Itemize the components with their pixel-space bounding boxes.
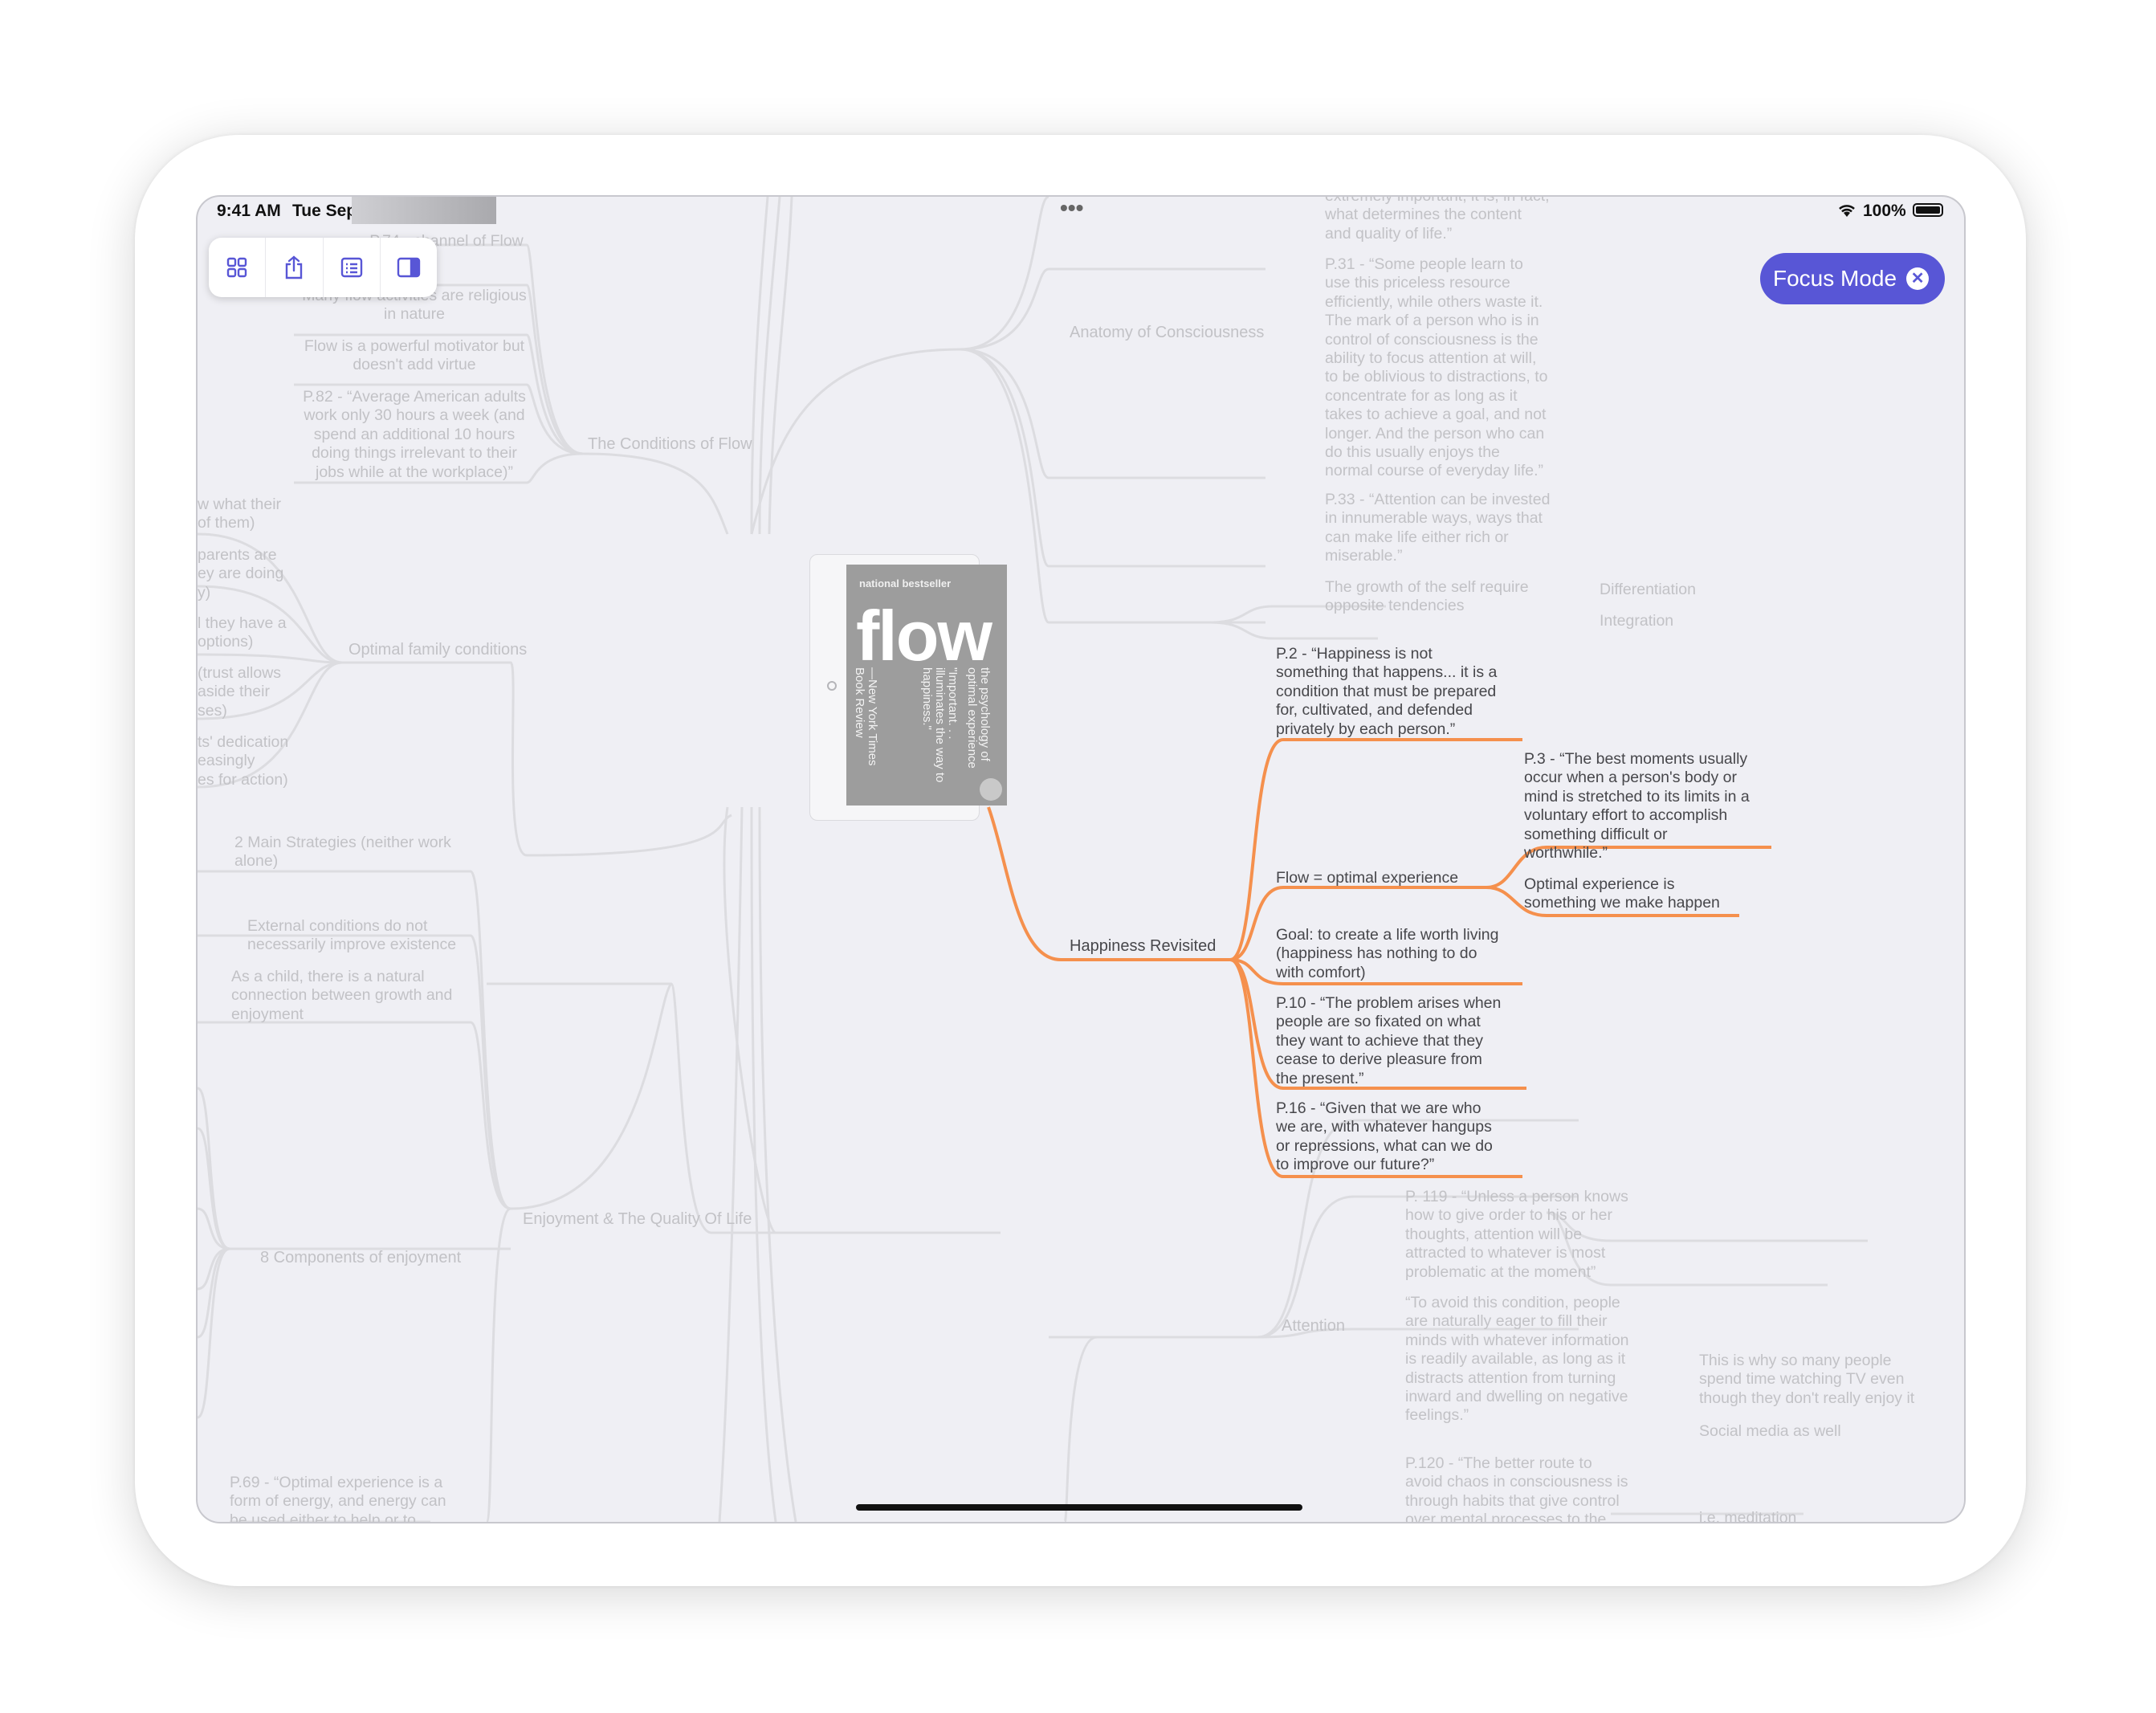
outline-icon <box>340 257 362 278</box>
node-avoid-condition[interactable]: “To avoid this condition, people are nat… <box>1405 1294 1629 1425</box>
book-source: —New York Times Book Review <box>853 667 879 766</box>
battery-icon <box>1913 203 1943 217</box>
share-button[interactable] <box>266 238 324 297</box>
node-family-3[interactable]: l they have a options) <box>198 614 287 652</box>
node-meditation[interactable]: i.e. meditation <box>1699 1509 1796 1522</box>
node-family-5[interactable]: ts' dedication easingly es for action) <box>198 733 288 789</box>
node-growth-of-self[interactable]: The growth of the self require opposite … <box>1325 578 1529 616</box>
node-p82[interactable]: P.82 - “Average American adults work onl… <box>294 388 535 482</box>
node-motivator[interactable]: Flow is a powerful motivator but doesn't… <box>294 337 535 375</box>
sidebar-icon <box>397 257 421 278</box>
topic-attention[interactable]: Attention <box>1282 1317 1345 1336</box>
node-p3[interactable]: P.3 - “The best moments usually occur wh… <box>1524 750 1750 863</box>
close-icon[interactable]: ✕ <box>1906 267 1930 290</box>
book-cover-image: national bestseller flow the psychology … <box>846 565 1007 806</box>
node-child-connection[interactable]: As a child, there is a natural connectio… <box>231 968 452 1024</box>
sidebar-toggle-button[interactable] <box>381 238 437 297</box>
node-external-conditions[interactable]: External conditions do not necessarily i… <box>247 917 456 955</box>
node-family-2[interactable]: parents are ey are doing y) <box>198 546 283 602</box>
node-optimal-make-happen[interactable]: Optimal experience is something we make … <box>1524 875 1720 913</box>
node-p2[interactable]: P.2 - “Happiness is not something that h… <box>1276 645 1497 739</box>
outline-button[interactable] <box>324 238 381 297</box>
node-two-strategies[interactable]: 2 Main Strategies (neither work alone) <box>234 834 451 871</box>
topic-happiness-revisited[interactable]: Happiness Revisited <box>1070 937 1216 956</box>
node-family-1[interactable]: w what their of them) <box>198 496 281 533</box>
node-p33[interactable]: P.33 - “Attention can be invested in inn… <box>1325 491 1550 566</box>
share-icon <box>286 255 303 279</box>
grid-icon <box>226 257 247 278</box>
topic-enjoyment-quality-of-life[interactable]: Enjoyment & The Quality Of Life <box>523 1210 752 1229</box>
node-extremely-important[interactable]: extremely important, it is, in fact, wha… <box>1325 197 1550 243</box>
topic-conditions-of-flow[interactable]: The Conditions of Flow <box>588 435 752 454</box>
node-p69[interactable]: P.69 - “Optimal experience is a form of … <box>230 1474 446 1522</box>
node-p31[interactable]: P.31 - “Some people learn to use this pr… <box>1325 255 1548 481</box>
background-image-strip <box>352 197 496 224</box>
node-p10[interactable]: P.10 - “The problem arises when people a… <box>1276 994 1501 1088</box>
status-time: 9:41 AM <box>217 202 281 220</box>
topic-eight-components[interactable]: 8 Components of enjoyment <box>260 1249 461 1267</box>
mind-map-screen: 9:41 AM Tue Sep 15 ••• 100% The Conditio… <box>196 195 1966 1523</box>
award-seal-icon <box>980 778 1002 801</box>
book-title: flow <box>856 596 992 675</box>
grid-view-button[interactable] <box>209 238 267 297</box>
node-social-media[interactable]: Social media as well <box>1699 1422 1841 1441</box>
node-goal[interactable]: Goal: to create a life worth living (hap… <box>1276 926 1498 982</box>
home-indicator[interactable] <box>856 1504 1302 1511</box>
node-family-4[interactable]: (trust allows aside their ses) <box>198 664 281 720</box>
topic-anatomy-of-consciousness[interactable]: Anatomy of Consciousness <box>1070 324 1264 342</box>
node-integration[interactable]: Integration <box>1600 612 1673 630</box>
book-subtitle: the psychology of optimal experience <box>965 667 992 769</box>
node-tv[interactable]: This is why so many people spend time wa… <box>1699 1352 1914 1408</box>
battery-percent: 100% <box>1863 202 1906 220</box>
book-tag: national bestseller <box>859 577 952 589</box>
node-p119[interactable]: P. 119 - “Unless a person knows how to g… <box>1405 1188 1628 1282</box>
book-quote: "Important. . . illuminates the way to h… <box>920 667 960 783</box>
focus-mode-button[interactable]: Focus Mode ✕ <box>1760 253 1945 304</box>
focus-mode-label: Focus Mode <box>1773 266 1897 291</box>
collapse-handle[interactable] <box>827 681 837 691</box>
multitasking-dots[interactable]: ••• <box>1060 197 1083 221</box>
node-differentiation[interactable]: Differentiation <box>1600 581 1696 599</box>
topic-optimal-family-conditions[interactable]: Optimal family conditions <box>348 641 527 659</box>
node-flow-optimal-experience[interactable]: Flow = optimal experience <box>1276 869 1458 887</box>
node-p16[interactable]: P.16 - “Given that we are who we are, wi… <box>1276 1099 1493 1175</box>
wifi-icon <box>1837 203 1856 222</box>
node-p120[interactable]: P.120 - “The better route to avoid chaos… <box>1405 1454 1628 1522</box>
map-toolbar <box>209 238 437 297</box>
